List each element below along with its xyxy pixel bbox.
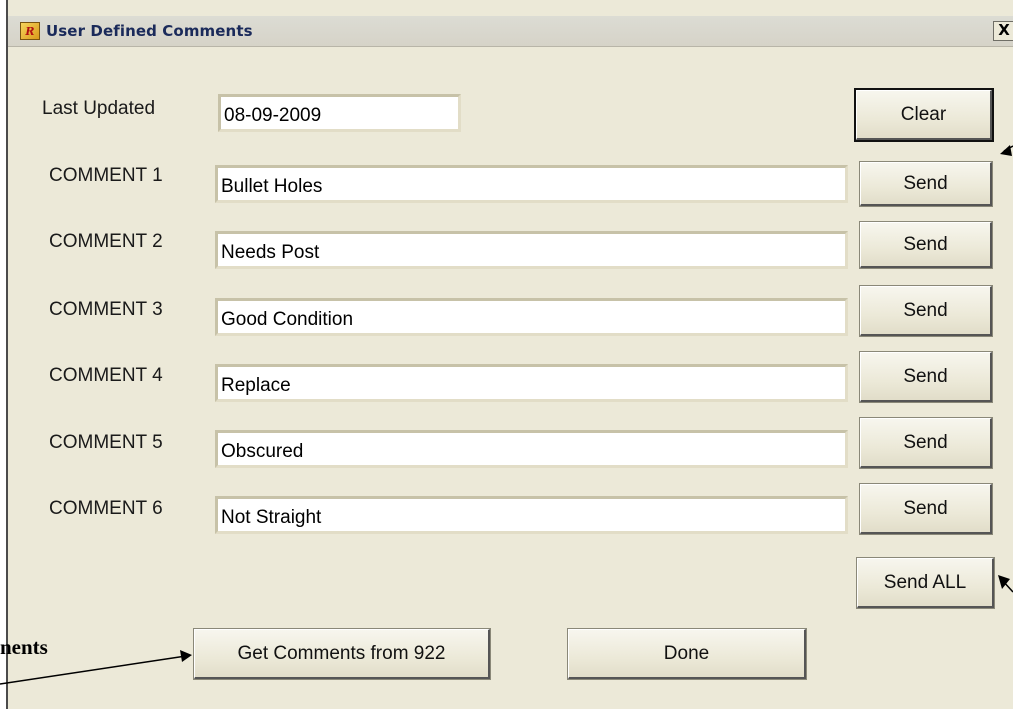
comment-4-label: COMMENT 4: [49, 365, 163, 386]
annotation-text: nents: [0, 635, 48, 659]
comment-3-field[interactable]: Good Condition: [215, 298, 848, 336]
comment-1-field[interactable]: Bullet Holes: [215, 165, 848, 203]
comment-6-label: COMMENT 6: [49, 498, 163, 519]
done-button[interactable]: Done: [567, 628, 807, 680]
send-comment-1-button[interactable]: Send: [859, 161, 993, 207]
last-updated-field[interactable]: 08-09-2009: [218, 94, 461, 132]
send-comment-6-button[interactable]: Send: [859, 483, 993, 535]
send-comment-5-button[interactable]: Send: [859, 417, 993, 469]
comment-1-label: COMMENT 1: [49, 165, 163, 186]
comment-2-label: COMMENT 2: [49, 231, 163, 252]
comment-2-field[interactable]: Needs Post: [215, 231, 848, 269]
comment-3-label: COMMENT 3: [49, 299, 163, 320]
send-comment-3-button[interactable]: Send: [859, 285, 993, 337]
screenshot-stage: R User Defined Comments X Last Updated 0…: [0, 0, 1013, 709]
comment-6-field[interactable]: Not Straight: [215, 496, 848, 534]
title-bar: R User Defined Comments X: [8, 16, 1013, 47]
last-updated-label: Last Updated: [42, 98, 156, 119]
send-all-button[interactable]: Send ALL: [856, 557, 995, 609]
app-icon: R: [20, 22, 40, 40]
comment-4-field[interactable]: Replace: [215, 364, 848, 402]
comment-5-label: COMMENT 5: [49, 432, 163, 453]
comment-5-field[interactable]: Obscured: [215, 430, 848, 468]
window-title: User Defined Comments: [46, 22, 253, 40]
get-comments-button[interactable]: Get Comments from 922: [193, 628, 491, 680]
close-icon[interactable]: X: [993, 21, 1013, 41]
clear-button[interactable]: Clear: [854, 88, 994, 142]
dialog-window: R User Defined Comments X Last Updated 0…: [6, 0, 1013, 709]
send-comment-2-button[interactable]: Send: [859, 221, 993, 269]
send-comment-4-button[interactable]: Send: [859, 351, 993, 403]
